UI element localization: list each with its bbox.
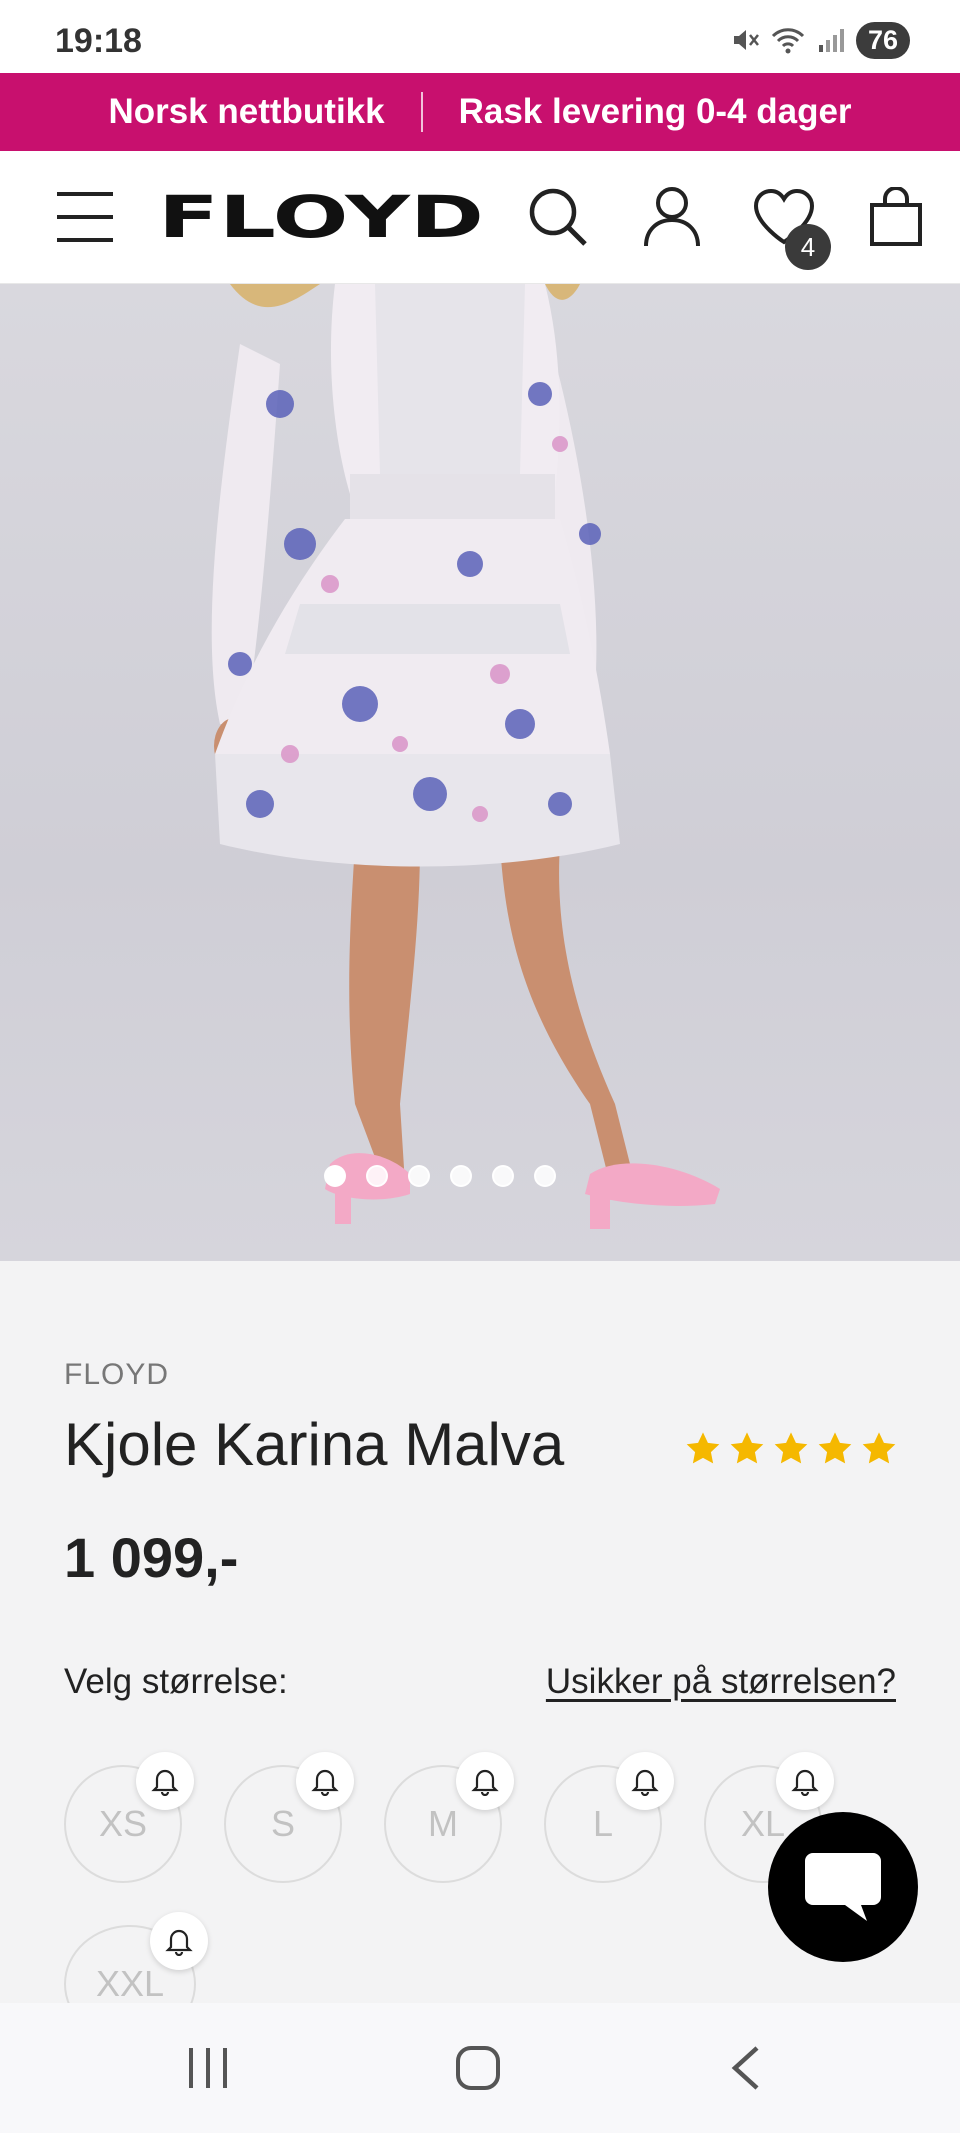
bell-icon [471,1769,499,1796]
product-title: Kjole Karina Malva [64,1411,565,1478]
notify-button-xs[interactable] [136,1752,194,1810]
menu-icon [57,192,113,242]
chat-icon [805,1853,881,1921]
product-rating[interactable] [684,1430,898,1468]
status-time: 19:18 [55,22,142,60]
star-icon [862,1432,896,1464]
size-label: Velg størrelse: [64,1662,288,1701]
notify-button-xxl[interactable] [150,1912,208,1970]
wishlist-count-badge: 4 [785,224,831,270]
back-icon [731,2046,759,2090]
promo-left-text: Norsk nettbutikk [108,92,385,131]
recents-button[interactable] [178,2038,238,2098]
bell-icon [151,1769,179,1796]
cart-button[interactable] [860,181,932,253]
gallery-dot-4[interactable] [450,1165,472,1187]
promo-divider [420,92,423,132]
back-button[interactable] [716,2038,776,2098]
gallery-dot-3[interactable] [408,1165,430,1187]
product-brand[interactable]: FLOYD [64,1358,169,1392]
product-photo [211,284,720,1229]
bell-icon [791,1769,819,1796]
search-icon [529,188,587,246]
system-nav-bar [0,2003,960,2133]
notify-button-xl[interactable] [776,1752,834,1810]
gallery-dot-2[interactable] [366,1165,388,1187]
gallery-dot-5[interactable] [492,1165,514,1187]
star-icon [818,1432,852,1464]
bell-icon [165,1929,193,1956]
mute-icon [733,30,759,50]
floyd-logo[interactable]: FLOYD [158,183,484,251]
chat-button[interactable] [768,1812,918,1962]
notify-button-l[interactable] [616,1752,674,1810]
notify-button-m[interactable] [456,1752,514,1810]
gallery-pagination [0,1165,920,1187]
promo-right-text: Rask levering 0-4 dager [458,92,852,131]
bag-icon [870,187,922,246]
bell-icon [631,1769,659,1796]
menu-button[interactable] [49,181,121,253]
promo-banner: Norsk nettbutikk Rask levering 0-4 dager [0,73,960,151]
signal-icon [818,29,844,52]
gallery-dot-1[interactable] [324,1165,346,1187]
product-price: 1 099,- [64,1526,239,1589]
status-icons: 76 [730,20,910,60]
search-button[interactable] [522,181,594,253]
star-icon [774,1432,808,1464]
account-button[interactable] [636,181,708,253]
star-icon [730,1432,764,1464]
wifi-icon [771,28,805,54]
recents-icon [189,2048,227,2088]
bell-icon [311,1769,339,1796]
svg-text:FLOYD: FLOYD [158,189,484,247]
product-image-gallery[interactable] [0,284,960,1261]
account-icon [644,187,700,247]
battery-indicator: 76 [855,21,910,59]
size-guide-link[interactable]: Usikker på størrelsen? [546,1662,896,1702]
home-icon [456,2046,500,2090]
star-icon [686,1432,720,1464]
gallery-dot-6[interactable] [534,1165,556,1187]
home-button[interactable] [448,2038,508,2098]
notify-button-s[interactable] [296,1752,354,1810]
status-bar: 19:18 76 [0,0,960,73]
